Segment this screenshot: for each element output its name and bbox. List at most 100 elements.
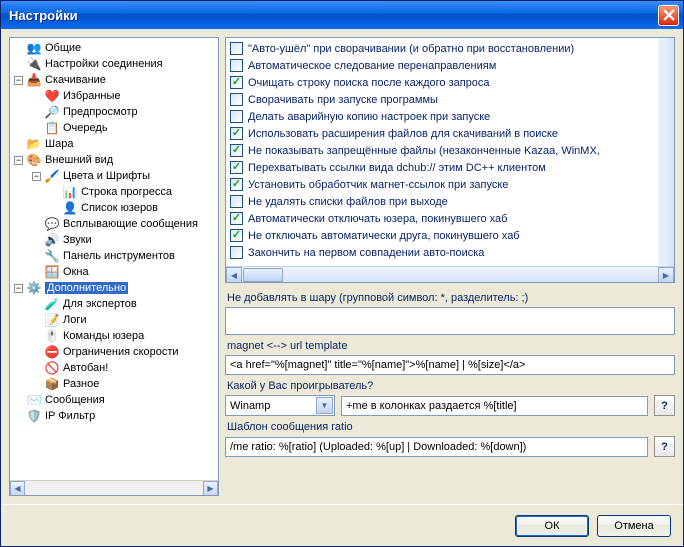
tree-icon: 👤 [62, 200, 78, 216]
option-checkbox[interactable] [230, 42, 243, 55]
tree-item[interactable]: −🖌️Цвета и Шрифты [10, 168, 218, 184]
ok-button[interactable]: ОК [515, 515, 589, 537]
option-label: Перехватывать ссылки вида dchub:// этим … [248, 162, 546, 174]
ratio-input[interactable] [225, 437, 648, 457]
noshare-input[interactable] [225, 307, 675, 335]
tree-item[interactable]: 🧪Для экспертов [10, 296, 218, 312]
tree-item[interactable]: −⚙️Дополнительно [10, 280, 218, 296]
tree-item[interactable]: ✉️Сообщения [10, 392, 218, 408]
close-button[interactable] [658, 5, 679, 26]
cancel-button[interactable]: Отмена [597, 515, 671, 537]
tree-label: Для экспертов [63, 298, 137, 310]
tree-label: Избранные [63, 90, 121, 102]
tree-item[interactable]: ❤️Избранные [10, 88, 218, 104]
collapse-icon[interactable]: − [14, 284, 23, 293]
option-checkbox[interactable] [230, 161, 243, 174]
tree-item[interactable]: 📦Разное [10, 376, 218, 392]
option-row: Использовать расширения файлов для скачи… [228, 125, 656, 142]
option-label: Автоматически отключать юзера, покинувше… [248, 213, 507, 225]
scroll-left-icon[interactable]: ◀ [226, 267, 242, 283]
player-help-button[interactable]: ? [654, 395, 675, 416]
tree-hscrollbar[interactable]: ◀ ▶ [10, 480, 218, 495]
tree-icon: ❤️ [44, 88, 60, 104]
tree-label: IP Фильтр [45, 410, 95, 422]
tree-icon: 📝 [44, 312, 60, 328]
option-checkbox[interactable] [230, 144, 243, 157]
option-checkbox[interactable] [230, 195, 243, 208]
tree-icon: 🖱️ [44, 328, 60, 344]
tree-item[interactable]: 📝Логи [10, 312, 218, 328]
scroll-left-icon[interactable]: ◀ [10, 481, 25, 496]
tree-item[interactable]: 📂Шара [10, 136, 218, 152]
tree-item[interactable]: 🪟Окна [10, 264, 218, 280]
dialog-footer: ОК Отмена [1, 504, 683, 546]
option-checkbox[interactable] [230, 110, 243, 123]
option-checkbox[interactable] [230, 76, 243, 89]
tree-item[interactable]: 🔌Настройки соединения [10, 56, 218, 72]
option-label: Закончить на первом совпадении авто-поис… [248, 247, 484, 259]
tree-item[interactable]: 🛡️IP Фильтр [10, 408, 218, 424]
player-combo[interactable]: Winamp ▼ [225, 395, 335, 416]
tree-icon: 🛡️ [26, 408, 42, 424]
magnet-label: magnet <--> url template [225, 337, 675, 353]
collapse-icon[interactable]: − [14, 76, 23, 85]
option-row: Очищать строку поиска после каждого запр… [228, 74, 656, 91]
option-label: Сворачивать при запуске программы [248, 94, 438, 106]
option-checkbox[interactable] [230, 246, 243, 259]
option-label: Делать аварийную копию настроек при запу… [248, 111, 490, 123]
options-list: "Авто-ушёл" при сворачивании (и обратно … [225, 37, 675, 283]
option-checkbox[interactable] [230, 212, 243, 225]
option-row: Перехватывать ссылки вида dchub:// этим … [228, 159, 656, 176]
ratio-help-button[interactable]: ? [654, 436, 675, 457]
option-label: Установить обработчик магнет-ссылок при … [248, 179, 508, 191]
tree-item[interactable]: 💬Всплывающие сообщения [10, 216, 218, 232]
collapse-icon[interactable]: − [32, 172, 41, 181]
option-checkbox[interactable] [230, 59, 243, 72]
option-label: Автоматическое следование перенаправлени… [248, 60, 496, 72]
tree-icon: 📦 [44, 376, 60, 392]
chevron-down-icon[interactable]: ▼ [316, 397, 333, 414]
tree-item[interactable]: 🔊Звуки [10, 232, 218, 248]
option-checkbox[interactable] [230, 229, 243, 242]
tree-item[interactable]: −📥Скачивание [10, 72, 218, 88]
option-row: Автоматическое следование перенаправлени… [228, 57, 656, 74]
tree-icon: 📊 [62, 184, 78, 200]
option-row: Не отключать автоматически друга, покину… [228, 227, 656, 244]
tree-label: Настройки соединения [45, 58, 163, 70]
tree-label: Логи [63, 314, 87, 326]
tree-item[interactable]: 📋Очередь [10, 120, 218, 136]
player-cmd-input[interactable] [341, 396, 648, 416]
tree-label: Дополнительно [45, 282, 128, 294]
tree-item[interactable]: 👤Список юзеров [10, 200, 218, 216]
option-row: Установить обработчик магнет-ссылок при … [228, 176, 656, 193]
option-label: Использовать расширения файлов для скачи… [248, 128, 558, 140]
magnet-input[interactable] [225, 355, 675, 375]
tree-icon: 🪟 [44, 264, 60, 280]
tree-label: Строка прогресса [81, 186, 172, 198]
tree-item[interactable]: 🖱️Команды юзера [10, 328, 218, 344]
tree-item[interactable]: 📊Строка прогресса [10, 184, 218, 200]
tree-item[interactable]: 🚫Автобан! [10, 360, 218, 376]
option-label: "Авто-ушёл" при сворачивании (и обратно … [248, 43, 574, 55]
tree-item[interactable]: −🎨Внешний вид [10, 152, 218, 168]
tree-label: Внешний вид [45, 154, 113, 166]
tree-item[interactable]: 🔧Панель инструментов [10, 248, 218, 264]
tree-label: Шара [45, 138, 73, 150]
option-checkbox[interactable] [230, 178, 243, 191]
option-row: Не удалять списки файлов при выходе [228, 193, 656, 210]
options-vscrollbar[interactable] [658, 38, 674, 266]
option-checkbox[interactable] [230, 93, 243, 106]
option-row: "Авто-ушёл" при сворачивании (и обратно … [228, 40, 656, 57]
tree-item[interactable]: 👥Общие [10, 40, 218, 56]
scroll-right-icon[interactable]: ▶ [203, 481, 218, 496]
option-checkbox[interactable] [230, 127, 243, 140]
scroll-thumb[interactable] [243, 268, 283, 282]
tree-label: Сообщения [45, 394, 105, 406]
option-label: Не удалять списки файлов при выходе [248, 196, 448, 208]
tree-item[interactable]: 🔎Предпросмотр [10, 104, 218, 120]
options-hscrollbar[interactable]: ◀ ▶ [226, 266, 674, 282]
collapse-icon[interactable]: − [14, 156, 23, 165]
scroll-right-icon[interactable]: ▶ [658, 267, 674, 283]
titlebar: Настройки [1, 1, 683, 29]
tree-item[interactable]: ⛔Ограничения скорости [10, 344, 218, 360]
